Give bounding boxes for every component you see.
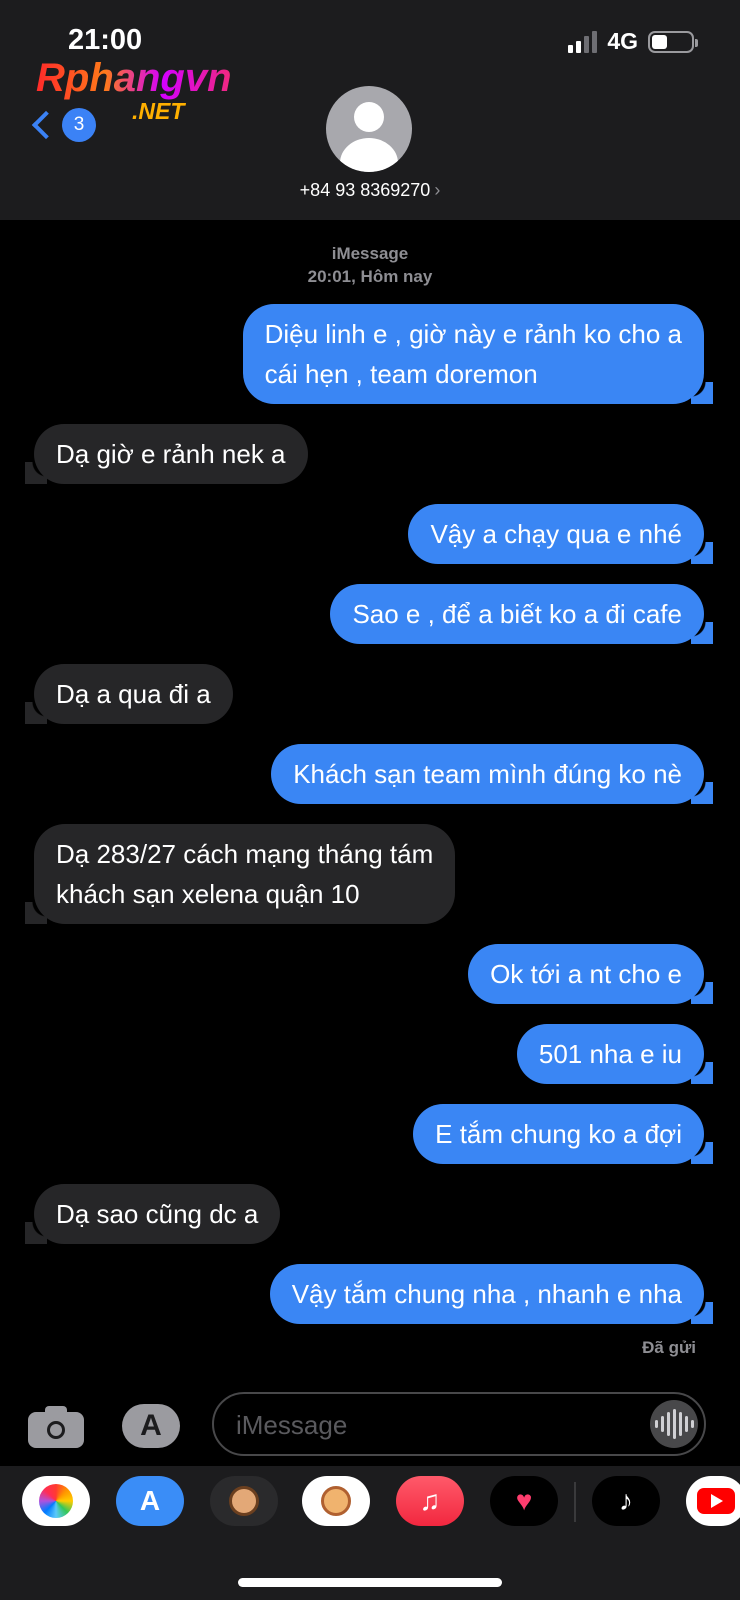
status-indicators: 4G [568,28,698,55]
drawer-divider [574,1482,576,1522]
watermark-sub: .NET [132,98,185,124]
outgoing-message[interactable]: 501 nha e iu [516,1024,714,1084]
contact-avatar[interactable] [326,86,412,172]
battery-icon [648,30,698,53]
status-time: 21:00 [68,24,143,56]
outgoing-message[interactable]: Khách sạn team mình đúng ko nè [271,744,713,804]
app-store-icon: A [140,1409,162,1442]
service-label: iMessage [331,244,409,263]
watermark-main: Rphangvn [36,56,266,101]
outgoing-message[interactable]: Vậy a chạy qua e nhé [408,504,713,564]
music-icon[interactable]: ♫ [396,1476,464,1526]
contact-name[interactable]: +84 93 8369270 › [0,180,740,201]
signal-icon [568,30,598,53]
photos-icon[interactable] [22,1476,90,1526]
outgoing-message[interactable]: Sao e , để a biết ko a đi cafe [330,584,713,644]
incoming-message[interactable]: Dạ giờ e rảnh nek a [25,424,308,484]
memoji-icon[interactable] [210,1476,278,1526]
contact-number: +84 93 8369270 [299,180,431,200]
home-indicator[interactable] [238,1578,502,1587]
conversation-header: 21:00 4G Rphangvn .NET 3 +84 93 8369270 › [0,0,740,220]
incoming-message[interactable]: Dạ a qua đi a [25,664,233,724]
app-store-icon[interactable]: A [116,1476,184,1526]
outgoing-message[interactable]: Vậy tắm chung nha , nhanh e nha [269,1264,714,1324]
outgoing-message[interactable]: Ok tới a nt cho e [468,944,713,1004]
delivery-status: Đã gửi [642,1338,696,1357]
message-input[interactable]: iMessage [212,1392,706,1456]
unread-count-badge: 3 [62,108,96,142]
chevron-left-icon [31,110,61,140]
message-placeholder: iMessage [236,1410,348,1440]
outgoing-message[interactable]: Diệu linh e , giờ này e rảnh ko cho a cá… [242,304,714,404]
conversation-meta: iMessage 20:01, Hôm nay [0,242,740,288]
memoji-stickers-icon[interactable] [302,1476,370,1526]
camera-icon[interactable] [28,1404,84,1448]
digital-touch-icon[interactable]: ♥ [490,1476,558,1526]
apps-button[interactable]: A [122,1404,180,1448]
message-timestamp: 20:01, Hôm nay [307,267,433,286]
incoming-message[interactable]: Dạ sao cũng dc a [24,1184,281,1244]
chevron-right-icon: › [434,180,441,200]
youtube-icon[interactable] [686,1476,740,1526]
outgoing-message[interactable]: E tắm chung ko a đợi [413,1104,713,1164]
back-button[interactable]: 3 [28,108,96,142]
tiktok-icon[interactable]: ♪ [592,1476,660,1526]
incoming-message[interactable]: Dạ 283/27 cách mạng tháng tám khách sạn … [24,824,456,924]
audio-message-icon[interactable] [650,1400,698,1448]
network-type: 4G [607,28,638,54]
